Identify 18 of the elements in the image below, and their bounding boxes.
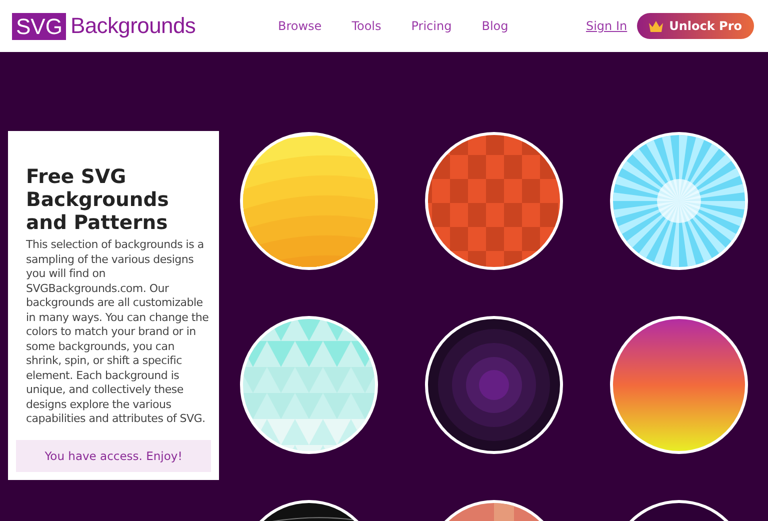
crown-icon bbox=[649, 20, 664, 32]
background-preview-drawing[interactable] bbox=[609, 131, 749, 271]
logo-mark[interactable]: SVG bbox=[12, 12, 66, 40]
nav-link[interactable]: Pricing bbox=[411, 19, 452, 33]
access-notice: You have access. Enjoy! bbox=[16, 440, 211, 472]
nav-link[interactable]: Browse bbox=[278, 19, 322, 33]
sign-in-link[interactable]: Sign In bbox=[586, 19, 628, 33]
nav-link[interactable]: Tools bbox=[352, 19, 382, 33]
intro-paragraph: This selection of backgrounds is a sampling of the various designs you will find on SVGBackgrounds.com. Our backgrounds are all customizable in many ways. You can change the colors to match your brand or in some backgrounds, you can shrink, spin, or shift a specific element. Each background is unique, and collectively these designs explore the various capabilities and attributes of SVG. bbox=[26, 238, 210, 426]
background-preview-drawing[interactable] bbox=[239, 131, 379, 271]
background-preview-drawing[interactable] bbox=[239, 315, 379, 455]
background-preview-drawing[interactable] bbox=[424, 131, 564, 271]
nav-link[interactable]: Blog bbox=[482, 19, 508, 33]
background-preview-drawing[interactable] bbox=[609, 315, 749, 455]
intro-heading: Free SVG Backgrounds and Patterns bbox=[26, 165, 170, 234]
unlock-pro-button[interactable]: Unlock Pro bbox=[637, 13, 754, 39]
background-preview-drawing[interactable] bbox=[424, 315, 564, 455]
logo-text[interactable]: Backgrounds bbox=[70, 13, 196, 39]
